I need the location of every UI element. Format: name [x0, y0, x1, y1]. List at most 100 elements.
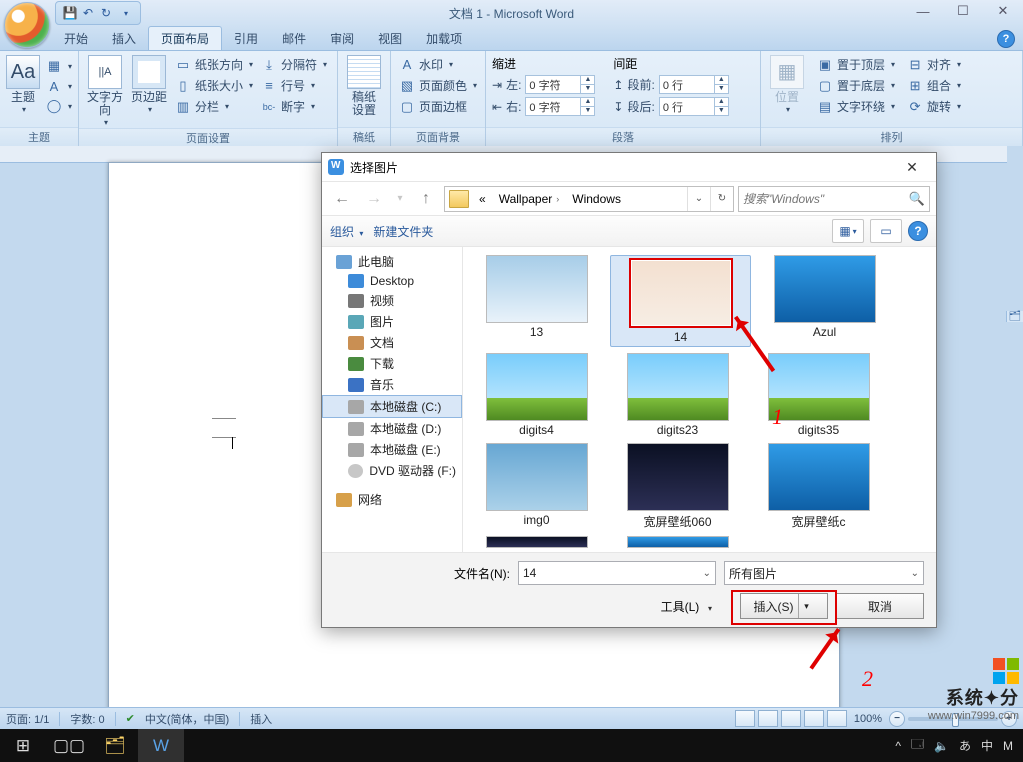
file-azul[interactable]: Azul [757, 255, 892, 347]
columns-button[interactable]: ▥分栏▾ [173, 97, 255, 116]
bring-front-button[interactable]: ▣置于顶层▾ [815, 55, 897, 74]
status-page[interactable]: 页面: 1/1 [6, 711, 49, 727]
file-13[interactable]: 13 [469, 255, 604, 347]
status-mode[interactable]: 插入 [250, 711, 272, 727]
insert-split-dropdown[interactable]: ▾ [798, 594, 815, 618]
tree-documents[interactable]: 文档 [322, 332, 462, 353]
rotate-button[interactable]: ⟳旋转▾ [905, 97, 963, 116]
newfolder-button[interactable]: 新建文件夹 [373, 223, 433, 240]
watermark-button[interactable]: A水印▾ [397, 55, 479, 74]
file-widec[interactable]: 宽屏壁纸c [751, 443, 886, 530]
file-wide060[interactable]: 宽屏壁纸060 [610, 443, 745, 530]
file-digits35[interactable]: digits35 [751, 353, 886, 437]
indent-right-input[interactable]: ▲▼ [525, 97, 595, 116]
tree-drive-e[interactable]: 本地磁盘 (E:) [322, 439, 462, 460]
nav-history-dropdown[interactable]: ▾ [392, 185, 408, 213]
manuscript-button[interactable]: 稿纸 设置 [344, 55, 384, 117]
tray-ime-cn[interactable]: 中 [981, 737, 993, 754]
group-button[interactable]: ⊞组合▾ [905, 76, 963, 95]
size-button[interactable]: ▯纸张大小▾ [173, 76, 255, 95]
view-print-layout[interactable] [735, 710, 755, 727]
maximize-button[interactable]: ☐ [943, 0, 983, 22]
spacing-before-input[interactable]: ▲▼ [659, 75, 729, 94]
organize-button[interactable]: 组织 ▾ [330, 223, 363, 240]
address-bar[interactable]: « Wallpaper› Windows ⌄ ↻ [444, 186, 734, 212]
zoom-out-button[interactable]: − [889, 711, 905, 727]
file-14[interactable]: 14 [610, 255, 751, 347]
pageborder-button[interactable]: ▢页面边框 [397, 97, 479, 116]
spacing-after-input[interactable]: ▲▼ [659, 97, 729, 116]
filter-combo[interactable]: 所有图片 ⌄ [724, 561, 924, 585]
view-draft[interactable] [827, 710, 847, 727]
theme-effects[interactable]: ◯▾ [44, 97, 74, 115]
tree-pictures[interactable]: 图片 [322, 311, 462, 332]
pagecolor-button[interactable]: ▧页面颜色▾ [397, 76, 479, 95]
insert-button[interactable]: 插入(S) ▾ [740, 593, 828, 619]
file-list[interactable]: 13 14 Azul digits4 digits23 digits35 img… [463, 247, 936, 552]
view-web[interactable] [781, 710, 801, 727]
text-wrap-button[interactable]: ▤文字环绕▾ [815, 97, 897, 116]
hyphen-button[interactable]: bc-断字▾ [259, 97, 329, 116]
view-options-button[interactable]: ▦▾ [832, 219, 864, 243]
nav-tree[interactable]: 此电脑 Desktop 视频 图片 文档 下载 音乐 本地磁盘 (C:) 本地磁… [322, 247, 463, 552]
margins-button[interactable]: 页边距▾ [129, 55, 169, 115]
search-input[interactable] [739, 192, 905, 206]
file-digits4[interactable]: digits4 [469, 353, 604, 437]
align-button[interactable]: ⊟对齐▾ [905, 55, 963, 74]
tree-music[interactable]: 音乐 [322, 374, 462, 395]
zoom-slider[interactable] [908, 717, 998, 721]
tree-network[interactable]: 网络 [322, 489, 462, 510]
indent-left-input[interactable]: ▲▼ [525, 75, 595, 94]
help-icon[interactable]: ? [997, 30, 1015, 48]
position-button[interactable]: ▦ 位置▾ [767, 55, 807, 115]
tree-this-pc[interactable]: 此电脑 [322, 251, 462, 272]
file-extra2[interactable] [610, 536, 745, 550]
status-proof-icon[interactable]: ✔ [126, 712, 135, 725]
preview-pane-button[interactable]: ▭ [870, 219, 902, 243]
zoom-in-button[interactable]: + [1001, 711, 1017, 727]
filename-combo[interactable]: 14 ⌄ [518, 561, 716, 585]
nav-forward-button[interactable]: → [360, 185, 388, 213]
tab-insert[interactable]: 插入 [100, 27, 148, 50]
undo-icon[interactable]: ↶ [80, 5, 96, 21]
tree-dvd[interactable]: DVD 驱动器 (F:) [322, 460, 462, 481]
dialog-help-icon[interactable]: ? [908, 221, 928, 241]
theme-fonts[interactable]: A▾ [44, 77, 74, 95]
view-outline[interactable] [804, 710, 824, 727]
text-direction-button[interactable]: ||A 文字方向▾ [85, 55, 125, 128]
explorer-button[interactable]: 🗂 [92, 729, 138, 762]
theme-colors[interactable]: ▦▾ [44, 57, 74, 75]
tab-references[interactable]: 引用 [222, 27, 270, 50]
status-words[interactable]: 字数: 0 [70, 711, 104, 727]
tab-mailings[interactable]: 邮件 [270, 27, 318, 50]
tray-volume-icon[interactable]: 🔈 [934, 739, 949, 753]
zoom-percent[interactable]: 100% [854, 713, 882, 725]
close-button[interactable]: ✕ [983, 0, 1023, 22]
search-icon[interactable]: 🔍 [905, 191, 929, 207]
status-lang[interactable]: 中文(简体，中国) [145, 711, 229, 727]
tree-downloads[interactable]: 下载 [322, 353, 462, 374]
tab-addins[interactable]: 加载项 [414, 27, 474, 50]
nav-up-button[interactable]: ↑ [412, 185, 440, 213]
nav-back-button[interactable]: ← [328, 185, 356, 213]
breadcrumb-wallpaper[interactable]: Wallpaper› [493, 187, 567, 211]
start-button[interactable]: ⊞ [0, 729, 46, 762]
cancel-button[interactable]: 取消 [836, 593, 924, 619]
minimize-button[interactable]: — [903, 0, 943, 22]
tab-pagelayout[interactable]: 页面布局 [148, 26, 222, 50]
tab-review[interactable]: 审阅 [318, 27, 366, 50]
breadcrumb-windows[interactable]: Windows [566, 187, 628, 211]
tab-home[interactable]: 开始 [52, 27, 100, 50]
tab-view[interactable]: 视图 [366, 27, 414, 50]
qat-dropdown-icon[interactable]: ▾ [118, 5, 134, 21]
tray-ime-m[interactable]: M [1003, 739, 1013, 753]
dialog-close-button[interactable]: ✕ [894, 156, 930, 178]
tray-ime-jp[interactable]: あ [959, 737, 971, 754]
save-icon[interactable]: 💾 [62, 5, 78, 21]
file-digits23[interactable]: digits23 [610, 353, 745, 437]
breaks-button[interactable]: ⤓分隔符▾ [259, 55, 329, 74]
tools-button[interactable]: 工具(L) ▾ [661, 598, 712, 615]
linenum-button[interactable]: ≡行号▾ [259, 76, 329, 95]
tree-desktop[interactable]: Desktop [322, 272, 462, 290]
breadcrumb-pre[interactable]: « [473, 187, 493, 211]
